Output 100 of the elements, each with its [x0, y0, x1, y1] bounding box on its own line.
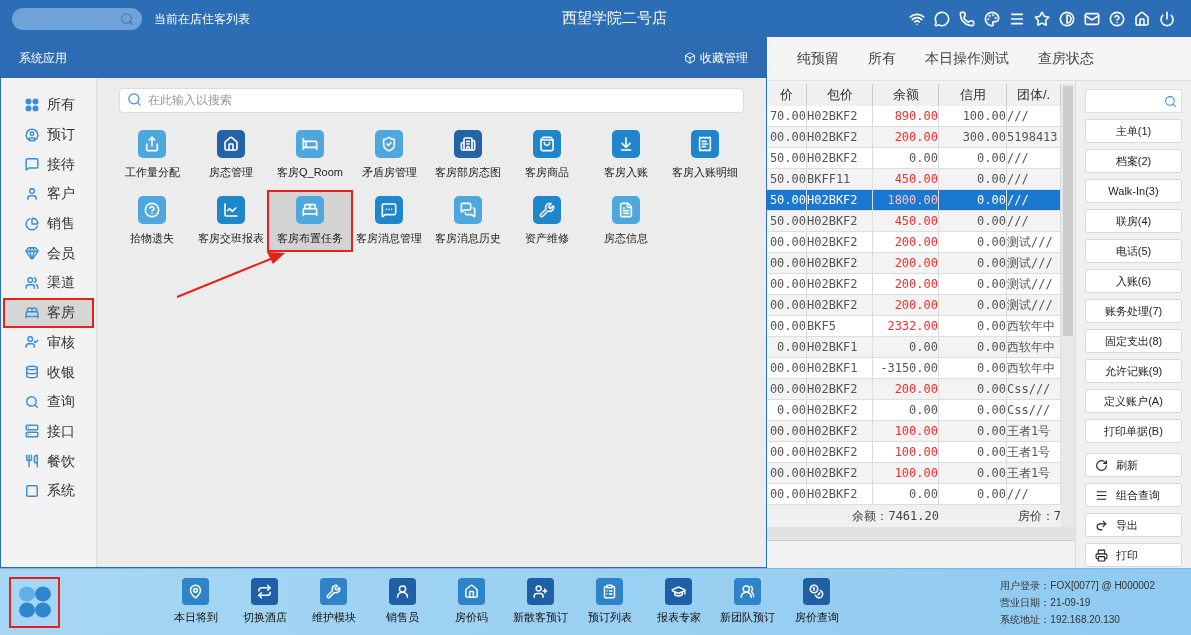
action-button[interactable]: 入账(6) [1085, 269, 1182, 293]
dock-item[interactable]: 房价查询 [785, 578, 848, 626]
table-row[interactable]: 50.00H02BKF2 0.00 0.00/// [767, 148, 1061, 169]
dock-item[interactable]: 房价码 [440, 578, 503, 626]
category-item[interactable]: 客户 [3, 179, 94, 209]
table-row[interactable]: 50.00H02BKF2 1800.00 0.00/// [767, 190, 1061, 211]
dock-item[interactable]: 维护模块 [302, 578, 365, 626]
tab[interactable]: 本日操作测试 [925, 37, 1009, 80]
house-icon [458, 578, 485, 606]
dock-item[interactable]: 切换酒店 [233, 578, 296, 626]
chat-icon[interactable] [934, 10, 950, 27]
action-button[interactable]: 账务处理(7) [1085, 299, 1182, 323]
app-tile[interactable]: 客房部房态图 [429, 124, 507, 186]
app-tile[interactable]: 客房布置任务 [267, 190, 353, 252]
palette-icon[interactable] [984, 10, 1000, 27]
wrench-icon [320, 578, 347, 606]
action-button[interactable]: 打印 [1085, 543, 1182, 567]
table-row[interactable]: 00.00BKF5 2332.00 0.00西软年中 [767, 316, 1061, 337]
pie-chart-icon [25, 216, 39, 231]
tab[interactable]: 查房状态 [1038, 37, 1094, 80]
dock-item[interactable]: 本日将到 [164, 578, 227, 626]
action-button[interactable]: 主单(1) [1085, 119, 1182, 143]
dock-item[interactable]: 新团队预订 [716, 578, 779, 626]
app-tile[interactable]: 客房商品 [508, 124, 586, 186]
action-button[interactable]: 联房(4) [1085, 209, 1182, 233]
action-button[interactable]: 导出 [1085, 513, 1182, 537]
contrast-icon[interactable] [1059, 10, 1075, 27]
action-button[interactable]: 组合查询 [1085, 483, 1182, 507]
table-row[interactable]: 00.00H02BKF2 200.00 0.00Css/// [767, 379, 1061, 400]
category-item[interactable]: 渠道 [3, 268, 94, 298]
app-tile[interactable]: 客房Q_Room [271, 124, 349, 186]
table-row[interactable]: 00.00H02BKF1 -3150.00 0.00西软年中 [767, 358, 1061, 379]
table-row[interactable]: 00.00H02BKF2 200.00 300.005198413 [767, 127, 1061, 148]
switch-icon [251, 578, 278, 606]
table-cell: -3150.00 [873, 358, 939, 378]
dock-item[interactable]: 报表专家 [647, 578, 710, 626]
dock-item[interactable]: 销售员 [371, 578, 434, 626]
app-tile[interactable]: 客房消息管理 [350, 190, 428, 252]
category-item[interactable]: 接待 [3, 149, 94, 180]
bed-icon [25, 305, 39, 320]
table-row[interactable]: 00.00H02BKF2 200.00 0.00测试/// [767, 232, 1061, 253]
table-row[interactable]: 50.00BKFF11 450.00 0.00/// [767, 169, 1061, 190]
category-item[interactable]: 收银 [3, 357, 94, 387]
action-button[interactable]: Walk-In(3) [1085, 179, 1182, 203]
table-cell: 0.00 [939, 148, 1007, 168]
app-tile[interactable]: 矛盾房管理 [350, 124, 428, 186]
mail-icon[interactable] [1084, 10, 1100, 27]
app-tile[interactable]: 房态信息 [587, 190, 665, 252]
app-tile[interactable]: 拾物遗失 [113, 190, 191, 252]
app-tile[interactable]: 客房入账 [587, 124, 665, 186]
app-launcher-button[interactable] [9, 576, 60, 628]
power-icon[interactable] [1159, 10, 1175, 27]
action-button[interactable]: 电话(5) [1085, 239, 1182, 263]
category-item[interactable]: 客房 [3, 297, 94, 328]
app-tile[interactable]: 客房消息历史 [429, 190, 507, 252]
category-item[interactable]: 系统 [3, 475, 94, 506]
category-item[interactable]: 会员 [3, 238, 94, 269]
table-cell: H02BKF2 [807, 295, 873, 315]
dock-item[interactable]: 预订列表 [578, 578, 641, 626]
app-tile[interactable]: 房态管理 [192, 124, 270, 186]
table-row[interactable]: 0.00H02BKF2 0.00 0.00Css/// [767, 400, 1061, 421]
action-button[interactable]: 档案(2) [1085, 149, 1182, 173]
table-row[interactable]: 70.00H02BKF2 890.00 100.00/// [767, 106, 1061, 127]
app-tile[interactable]: 资产维修 [508, 190, 586, 252]
tab[interactable]: 纯预留 [797, 37, 839, 80]
table-row[interactable]: 00.00H02BKF2 0.00 0.00/// [767, 484, 1061, 505]
diamond-icon [25, 246, 39, 261]
action-button[interactable]: 打印单据(B) [1085, 419, 1182, 443]
category-item[interactable]: 预订 [3, 119, 94, 150]
bed-icon [296, 195, 324, 224]
dock-item[interactable]: 新散客预订 [509, 578, 572, 626]
category-item[interactable]: 接口 [3, 416, 94, 447]
table-row[interactable]: 00.00H02BKF2 100.00 0.00王者1号 [767, 463, 1061, 484]
table-row[interactable]: 00.00H02BKF2 100.00 0.00王者1号 [767, 442, 1061, 463]
search-field[interactable] [12, 7, 142, 30]
app-tile[interactable]: 工作量分配 [113, 124, 191, 186]
table-row[interactable]: 00.00H02BKF2 200.00 0.00测试/// [767, 274, 1061, 295]
tab[interactable]: 所有 [868, 37, 896, 80]
app-tile[interactable]: 客房入账明细 [666, 124, 744, 186]
star-icon[interactable] [1034, 10, 1050, 27]
action-button[interactable]: 刷新 [1085, 453, 1182, 477]
help-icon[interactable] [1109, 10, 1125, 27]
action-search-field[interactable] [1085, 89, 1182, 113]
table-row[interactable]: 50.00H02BKF2 450.00 0.00/// [767, 211, 1061, 232]
category-item[interactable]: 所有 [3, 90, 94, 120]
category-item[interactable]: 审核 [3, 327, 94, 358]
table-row[interactable]: 00.00H02BKF2 100.00 0.00王者1号 [767, 421, 1061, 442]
category-item[interactable]: 销售 [3, 208, 94, 239]
home-icon[interactable] [1134, 10, 1150, 27]
action-button[interactable]: 定义账户(A) [1085, 389, 1182, 413]
table-row[interactable]: 0.00H02BKF1 0.00 0.00西软年中 [767, 337, 1061, 358]
table-row[interactable]: 00.00H02BKF2 200.00 0.00测试/// [767, 253, 1061, 274]
action-button[interactable]: 固定支出(8) [1085, 329, 1182, 353]
phone-icon[interactable] [959, 10, 975, 27]
favorites-button[interactable]: 收藏管理 [684, 49, 748, 67]
action-button[interactable]: 允许记账(9) [1085, 359, 1182, 383]
category-item[interactable]: 餐饮 [3, 446, 94, 476]
category-item[interactable]: 查询 [3, 386, 94, 417]
table-row[interactable]: 00.00H02BKF2 200.00 0.00测试/// [767, 295, 1061, 316]
app-search-field[interactable]: 在此输入以搜索 [119, 87, 744, 113]
